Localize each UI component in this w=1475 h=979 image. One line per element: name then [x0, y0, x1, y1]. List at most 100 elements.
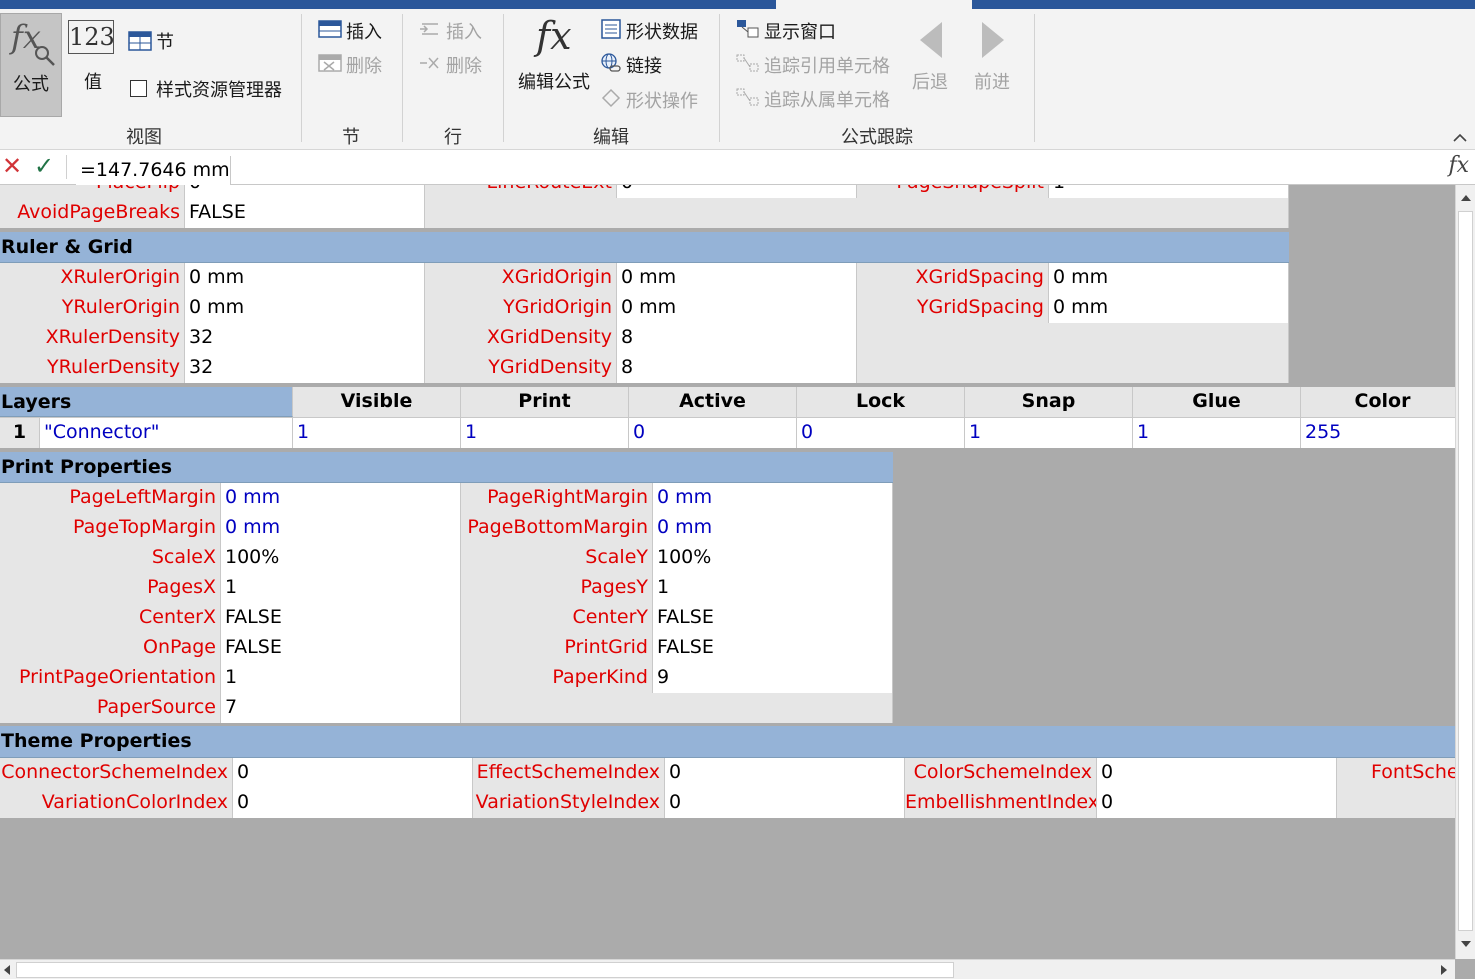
insert-function-icon[interactable]: fx: [1448, 153, 1469, 178]
cell-value[interactable]: 0 mm: [617, 293, 857, 323]
cell-value[interactable]: 1: [221, 573, 461, 603]
cell-label[interactable]: [1337, 788, 1455, 818]
trace-dependents-button[interactable]: 追踪从属单元格: [736, 86, 896, 112]
cell-label[interactable]: PageBottomMargin: [461, 513, 653, 543]
column-header[interactable]: Active: [629, 387, 797, 417]
cell-value[interactable]: FALSE: [221, 603, 461, 633]
cell-value[interactable]: 255: [1301, 418, 1455, 448]
scroll-up-icon[interactable]: [1457, 189, 1475, 207]
section-view-button[interactable]: 节: [128, 28, 188, 54]
cell-label[interactable]: PrintPageOrientation: [0, 663, 221, 693]
cell-label[interactable]: XGridDensity: [425, 323, 617, 353]
scroll-right-icon[interactable]: [1437, 961, 1451, 979]
cell-label[interactable]: ConnectorSchemeIndex: [0, 758, 233, 788]
cell-label[interactable]: XRulerOrigin: [0, 263, 185, 293]
cell-value[interactable]: 0: [233, 788, 473, 818]
cell-label[interactable]: PagesY: [461, 573, 653, 603]
row-index[interactable]: 1: [0, 418, 40, 448]
cell-value[interactable]: 0 mm: [653, 513, 893, 543]
cell-value[interactable]: 0 mm: [653, 483, 893, 513]
cell-label[interactable]: XRulerDensity: [0, 323, 185, 353]
cell-value[interactable]: 1: [653, 573, 893, 603]
cell-value[interactable]: 8: [617, 353, 857, 383]
cell-value[interactable]: 0: [185, 185, 425, 198]
cell-label[interactable]: VariationStyleIndex: [473, 788, 665, 818]
cell-label[interactable]: YRulerOrigin: [0, 293, 185, 323]
cell-label[interactable]: PagesX: [0, 573, 221, 603]
column-header[interactable]: Snap: [965, 387, 1133, 417]
cell-label[interactable]: ScaleY: [461, 543, 653, 573]
cell-label[interactable]: PageRightMargin: [461, 483, 653, 513]
horizontal-scrollbar[interactable]: [0, 959, 1455, 979]
column-header[interactable]: Color: [1301, 387, 1455, 417]
cell-label[interactable]: XGridSpacing: [857, 263, 1049, 293]
cell-label[interactable]: CenterX: [0, 603, 221, 633]
value-view-button[interactable]: 123 值: [66, 16, 120, 106]
edit-formula-button[interactable]: fx 编辑公式: [514, 14, 596, 114]
formula-input[interactable]: =147.7646 mm: [76, 156, 231, 186]
cell-value[interactable]: FALSE: [221, 633, 461, 663]
cell-value[interactable]: 0 mm: [185, 293, 425, 323]
trace-precedents-button[interactable]: 追踪引用单元格: [736, 52, 896, 78]
cell-value[interactable]: 0 mm: [1049, 263, 1289, 293]
cell-value[interactable]: 1: [1133, 418, 1301, 448]
section-insert-button[interactable]: 插入: [318, 18, 394, 44]
cell-value[interactable]: 0: [1097, 758, 1337, 788]
link-button[interactable]: 链接: [600, 52, 710, 78]
cell-label[interactable]: CenterY: [461, 603, 653, 633]
show-window-button[interactable]: 显示窗口: [736, 18, 886, 44]
cell-label[interactable]: YGridSpacing: [857, 293, 1049, 323]
column-header[interactable]: Lock: [797, 387, 965, 417]
cell-value[interactable]: 1: [461, 418, 629, 448]
collapse-ribbon-button[interactable]: [1450, 128, 1470, 146]
cell-label[interactable]: PageShapeSplit: [857, 185, 1049, 198]
cell-value[interactable]: 0: [1097, 788, 1337, 818]
scroll-down-icon[interactable]: [1457, 935, 1475, 953]
cell-value[interactable]: 0: [665, 788, 905, 818]
cell-label[interactable]: LineRouteExt: [425, 185, 617, 198]
section-header-layers[interactable]: Layers: [0, 387, 293, 417]
cell-label[interactable]: XGridOrigin: [425, 263, 617, 293]
cell-value[interactable]: FALSE: [653, 603, 893, 633]
cell-value[interactable]: 0 mm: [1049, 293, 1289, 323]
shape-ops-button[interactable]: 形状操作: [600, 87, 710, 113]
cell-label[interactable]: EffectSchemeIndex: [473, 758, 665, 788]
cell-label[interactable]: ScaleX: [0, 543, 221, 573]
cell-value[interactable]: 0 mm: [221, 483, 461, 513]
cell-label[interactable]: AvoidPageBreaks: [0, 198, 185, 228]
cell-value[interactable]: 1: [965, 418, 1133, 448]
cell-value[interactable]: 0 mm: [185, 263, 425, 293]
cell-value[interactable]: 0: [665, 758, 905, 788]
cell-label[interactable]: PaperSource: [0, 693, 221, 723]
scroll-left-icon[interactable]: [0, 961, 14, 979]
cell-label[interactable]: VariationColorIndex: [0, 788, 233, 818]
cell-label[interactable]: PageLeftMargin: [0, 483, 221, 513]
cell-label[interactable]: YRulerDensity: [0, 353, 185, 383]
cell-label[interactable]: FontScher: [1337, 758, 1455, 788]
forward-button[interactable]: 前进: [970, 18, 1016, 98]
row-delete-button[interactable]: 删除: [418, 52, 494, 78]
cell-value[interactable]: 0: [629, 418, 797, 448]
cell-value[interactable]: FALSE: [185, 198, 425, 228]
back-button[interactable]: 后退: [908, 18, 954, 98]
cell-label[interactable]: PageTopMargin: [0, 513, 221, 543]
cell-value[interactable]: 1: [221, 663, 461, 693]
cell-label[interactable]: PaperKind: [461, 663, 653, 693]
cell-value[interactable]: 100%: [653, 543, 893, 573]
cell-value[interactable]: 32: [185, 323, 425, 353]
cell-label[interactable]: ColorSchemeIndex: [905, 758, 1097, 788]
cell-value[interactable]: 7: [221, 693, 461, 723]
formula-view-button[interactable]: fx 公式: [0, 13, 62, 117]
cell-value[interactable]: FALSE: [653, 633, 893, 663]
cancel-icon[interactable]: ✕: [2, 152, 22, 180]
cell-value[interactable]: 0 mm: [221, 513, 461, 543]
column-header[interactable]: Glue: [1133, 387, 1301, 417]
cell-value[interactable]: 0 mm: [617, 263, 857, 293]
accept-icon[interactable]: ✓: [34, 152, 54, 180]
shape-data-button[interactable]: 形状数据: [600, 18, 710, 44]
style-explorer-checkbox[interactable]: 样式资源管理器: [128, 76, 288, 102]
cell-label[interactable]: PlaceFlip: [0, 185, 185, 198]
cell-value[interactable]: 0: [797, 418, 965, 448]
cell-value[interactable]: 1: [293, 418, 461, 448]
row-insert-button[interactable]: 插入: [418, 18, 494, 44]
